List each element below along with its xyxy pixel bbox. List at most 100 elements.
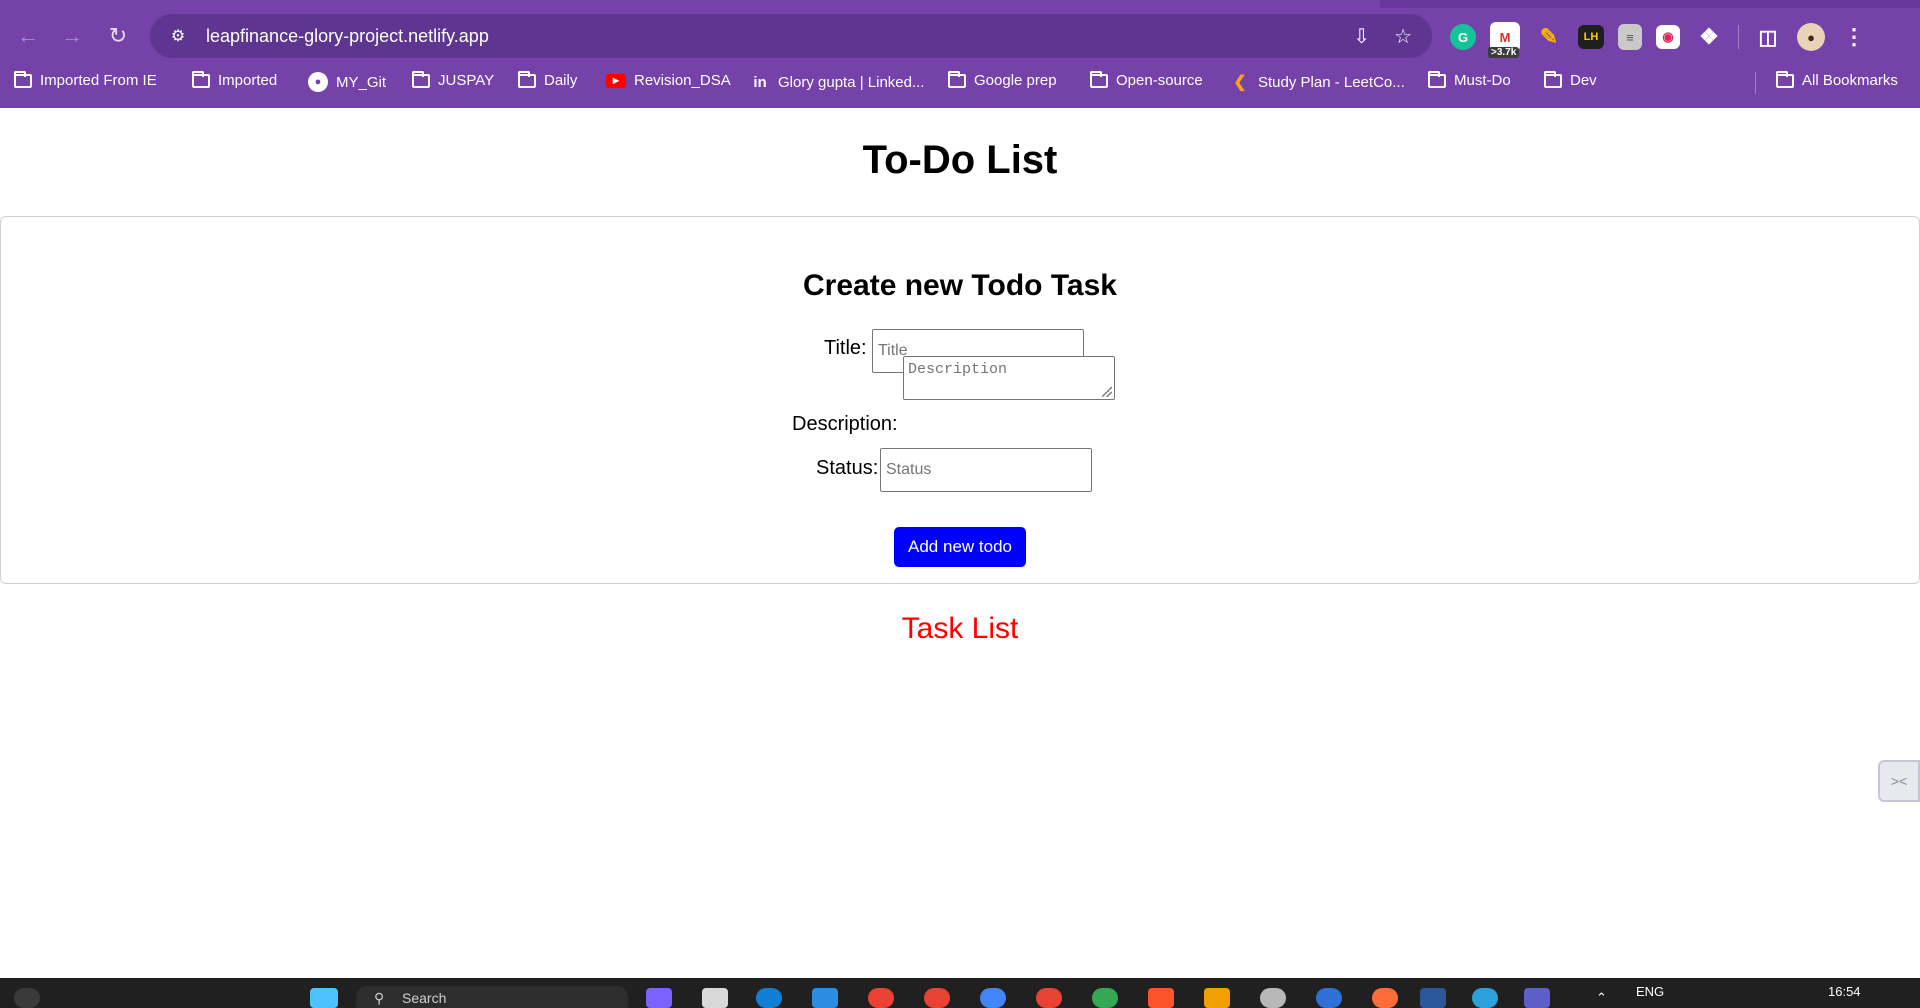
word-icon[interactable] (1420, 988, 1446, 1008)
bookmark-star-icon[interactable]: ☆ (1394, 24, 1412, 49)
profile-avatar[interactable]: ● (1797, 23, 1825, 51)
bookmark-label: MY_Git (336, 73, 387, 91)
folder-icon (412, 70, 430, 88)
status-input[interactable]: Status (880, 448, 1092, 492)
page-content: To-Do List Create new Todo Task Title: T… (0, 108, 1920, 978)
chrome-profile-icon[interactable] (1036, 988, 1062, 1008)
kebab-menu-icon[interactable]: ⋮ (1839, 22, 1869, 52)
url-text[interactable]: leapfinance-glory-project.netlify.app (206, 26, 489, 47)
chrome-profile-icon[interactable] (1092, 988, 1118, 1008)
youtube-icon: ▶ (606, 73, 626, 88)
folder-icon (948, 70, 966, 88)
file-explorer-icon[interactable] (702, 988, 728, 1008)
app-icon[interactable] (1524, 988, 1550, 1008)
bookmark-label: Glory gupta | Linked... (778, 73, 925, 91)
widgets-icon[interactable] (14, 988, 40, 1008)
task-list-heading: Task List (901, 612, 1019, 645)
edge-icon[interactable] (756, 988, 782, 1008)
bookmark-item[interactable]: Imported From IE (14, 70, 157, 89)
page-title: To-Do List (862, 138, 1058, 182)
document-icon[interactable]: ≡ (1618, 24, 1642, 50)
tab-strip (0, 0, 1920, 8)
bookmark-label: Open-source (1116, 72, 1203, 89)
taskbar-search[interactable]: ⚲ Search (356, 986, 628, 1008)
bookmark-item[interactable]: Google prep (948, 70, 1057, 89)
postman-icon[interactable] (1372, 988, 1398, 1008)
browser-toolbar: ← → ↻ ⚙ leapfinance-glory-project.netlif… (0, 14, 1920, 60)
folder-icon (1090, 70, 1108, 88)
forward-icon[interactable]: → (54, 18, 90, 54)
bookmark-item[interactable]: in Glory gupta | Linked... (750, 72, 924, 92)
windows-taskbar: ⚲ Search ⌃ ENG 16:54 (0, 978, 1920, 1008)
folder-icon (518, 70, 536, 88)
title-label: Title: (824, 337, 867, 359)
bookmark-item[interactable]: ❮ Study Plan - LeetCo... (1230, 72, 1405, 92)
bookmark-item[interactable]: ● MY_Git (308, 72, 386, 92)
description-placeholder: Description (908, 361, 1008, 378)
create-todo-panel: Create new Todo Task Title: Title Descri… (0, 216, 1920, 584)
address-bar[interactable]: ⚙ leapfinance-glory-project.netlify.app … (150, 14, 1432, 58)
bookmark-label: Study Plan - LeetCo... (1258, 73, 1405, 91)
extensions-puzzle-icon[interactable]: ❖ (1694, 22, 1724, 52)
bookmark-label: Imported From IE (40, 72, 157, 89)
clock[interactable]: 16:54 (1828, 984, 1861, 999)
bookmark-label: JUSPAY (438, 72, 495, 89)
linkedin-icon: in (753, 73, 767, 91)
folder-icon (192, 70, 210, 88)
status-placeholder: Status (886, 461, 932, 478)
bookmark-item[interactable]: JUSPAY (412, 70, 495, 89)
bookmark-item[interactable]: ▶ Revision_DSA (606, 72, 731, 89)
all-bookmarks[interactable]: All Bookmarks (1776, 70, 1898, 89)
resize-grip-icon[interactable] (1102, 387, 1112, 397)
bookmark-item[interactable]: Daily (518, 70, 578, 89)
sublime-icon[interactable] (1204, 988, 1230, 1008)
site-settings-icon[interactable]: ⚙ (168, 26, 188, 46)
description-label: Description: (792, 413, 898, 435)
chrome-icon[interactable] (868, 988, 894, 1008)
bookmarks-divider (1755, 72, 1756, 94)
pencil-icon[interactable]: ✎ (1534, 22, 1564, 52)
create-todo-heading: Create new Todo Task (803, 269, 1117, 302)
gmail-badge: >3.7k (1488, 47, 1520, 58)
bookmark-item[interactable]: Must-Do (1428, 70, 1511, 89)
brave-icon[interactable] (1148, 988, 1174, 1008)
add-todo-button[interactable]: Add new todo (894, 527, 1026, 567)
gmail-icon[interactable]: M >3.7k (1488, 22, 1520, 58)
copilot-icon[interactable] (646, 988, 672, 1008)
github-icon: ● (308, 72, 328, 92)
reload-icon[interactable]: ↻ (100, 18, 136, 54)
chrome-profile-icon[interactable] (924, 988, 950, 1008)
taskbar-search-text: Search (402, 990, 447, 1006)
bookmark-item[interactable]: Open-source (1090, 70, 1203, 89)
lighthouse-icon[interactable]: LH (1578, 25, 1604, 49)
start-icon[interactable] (310, 988, 338, 1008)
app-icon[interactable] (1316, 988, 1342, 1008)
vscode-icon[interactable] (812, 988, 838, 1008)
bookmarks-bar: Imported From IE Imported ● MY_Git JUSPA… (0, 68, 1920, 100)
bookmark-label: Dev (1570, 72, 1597, 89)
back-icon[interactable]: ← (10, 18, 46, 54)
telegram-icon[interactable] (1472, 988, 1498, 1008)
tray-chevron-icon[interactable]: ⌃ (1596, 990, 1607, 1006)
record-icon[interactable]: ◉ (1656, 25, 1680, 49)
folder-icon (14, 70, 32, 88)
folder-icon (1544, 70, 1562, 88)
leetcode-icon: ❮ (1233, 74, 1247, 91)
bookmark-item[interactable]: Imported (192, 70, 277, 89)
bookmark-label: Daily (544, 72, 578, 89)
bookmark-label: Must-Do (1454, 72, 1511, 89)
side-panel-icon[interactable]: ◫ (1753, 22, 1783, 52)
bookmark-label: Google prep (974, 72, 1057, 89)
side-widget-icon[interactable]: >< (1878, 760, 1920, 802)
chrome-profile-icon[interactable] (980, 988, 1006, 1008)
language-indicator[interactable]: ENG (1636, 984, 1664, 999)
folder-icon (1428, 70, 1446, 88)
grammarly-icon[interactable]: G (1450, 24, 1476, 50)
active-tab[interactable] (0, 0, 1380, 8)
install-app-icon[interactable]: ⇩ (1353, 24, 1370, 49)
github-desktop-icon[interactable] (1260, 988, 1286, 1008)
bookmark-item[interactable]: Dev (1544, 70, 1597, 89)
browser-chrome: ← → ↻ ⚙ leapfinance-glory-project.netlif… (0, 0, 1920, 108)
toolbar-divider (1738, 25, 1739, 49)
description-textarea[interactable]: Description (903, 356, 1115, 400)
